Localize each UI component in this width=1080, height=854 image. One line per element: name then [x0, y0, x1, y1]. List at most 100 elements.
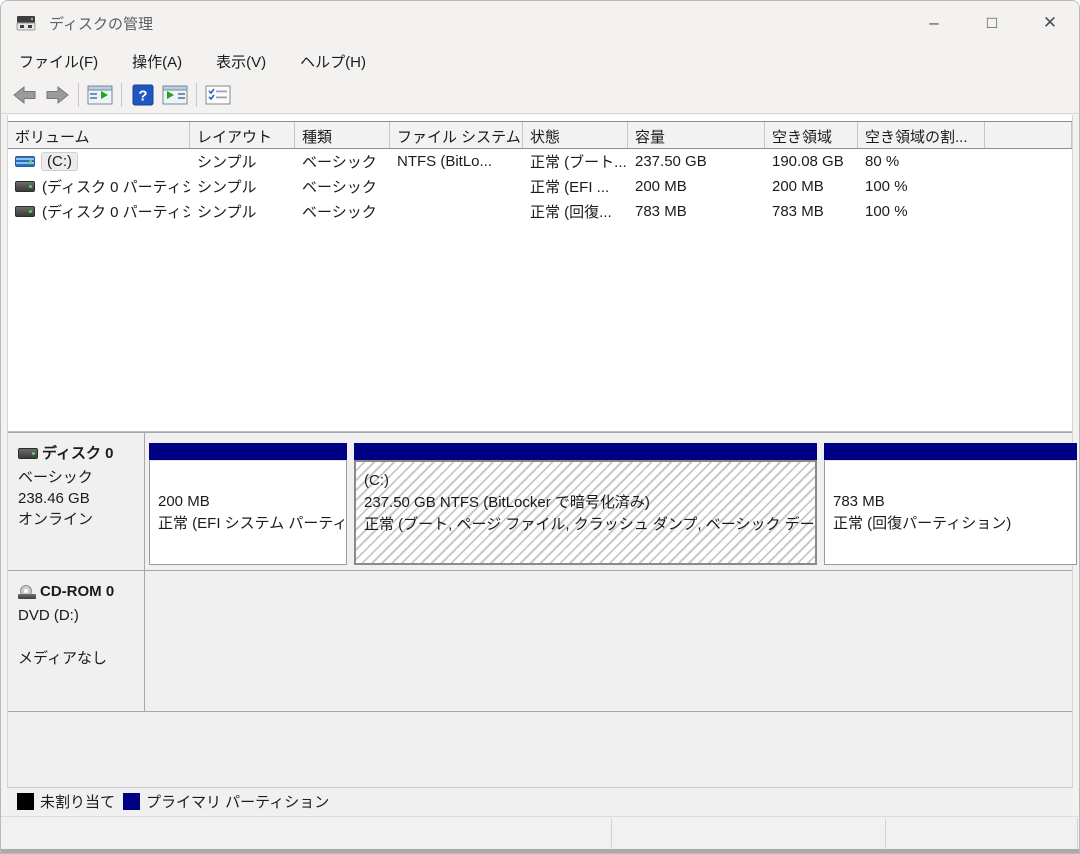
partition-header-bar [824, 443, 1077, 460]
action-pane-icon[interactable] [159, 81, 191, 109]
svg-text:?: ? [138, 88, 147, 105]
volume-disk-icon [15, 206, 35, 217]
layout-cell: シンプル [197, 154, 257, 171]
cdrom-icon [18, 584, 36, 599]
volume-disk-icon [15, 156, 35, 167]
window-bottom-edge [1, 849, 1079, 853]
forward-icon[interactable] [41, 81, 73, 109]
volume-label: (ディスク 0 パーティシ... [42, 204, 190, 221]
toolbar: ? [1, 77, 1079, 114]
partition-size: 237.50 GB NTFS (BitLocker で暗号化済み) [364, 494, 650, 511]
volume-name-cell: (C:) [8, 149, 190, 174]
console-tree-icon[interactable] [84, 81, 116, 109]
toolbar-separator [121, 83, 122, 107]
table-row-efi-partition[interactable]: (ディスク 0 パーティシ... シンプル ベーシック 正常 (EFI ... … [8, 174, 1072, 199]
column-header-type[interactable]: 種類 [295, 122, 390, 148]
disk0-info-panel[interactable]: ディスク 0 ベーシック 238.46 GB オンライン [8, 433, 145, 570]
menu-file[interactable]: ファイル(F) [19, 51, 98, 72]
status-cell: 正常 (回復... [530, 204, 612, 221]
layout-cell: シンプル [197, 179, 257, 196]
toolbar-separator [78, 83, 79, 107]
partition-header-bar [149, 443, 347, 460]
disk-management-window: ディスクの管理 – □ ✕ ファイル(F) 操作(A) 表示(V) ヘルプ(H) [0, 0, 1080, 854]
free-space-cell: 200 MB [772, 178, 824, 195]
disk0-status: オンライン [18, 511, 94, 528]
capacity-cell: 237.50 GB [635, 153, 707, 170]
partition-status: 正常 (ブート, ページ ファイル, クラッシュ ダンプ, ベーシック データ … [364, 516, 815, 533]
unallocated-swatch [17, 792, 34, 810]
filesystem-cell: NTFS (BitLo... [397, 153, 493, 170]
minimize-button[interactable]: – [905, 1, 963, 45]
column-header-status[interactable]: 状態 [523, 122, 628, 148]
free-space-cell: 783 MB [772, 203, 824, 220]
maximize-button[interactable]: □ [963, 1, 1021, 45]
cdrom-media-status: メディアなし [18, 650, 107, 667]
partition-recovery[interactable]: 783 MB 正常 (回復パーティション) [824, 443, 1077, 565]
column-header-capacity[interactable]: 容量 [628, 122, 765, 148]
volume-list-header: ボリューム レイアウト 種類 ファイル システム 状態 容量 空き領域 空き領域… [8, 121, 1072, 149]
column-header-free-space[interactable]: 空き領域 [765, 122, 858, 148]
graphical-view: ディスク 0 ベーシック 238.46 GB オンライン 200 MB 正常 (… [7, 431, 1077, 787]
properties-icon[interactable] [202, 81, 234, 109]
back-icon[interactable] [9, 81, 41, 109]
partition-size: 200 MB [158, 492, 210, 510]
cdrom-empty-area [145, 571, 1072, 711]
disk0-name: ディスク 0 [42, 445, 114, 462]
table-row-recovery-partition[interactable]: (ディスク 0 パーティシ... シンプル ベーシック 正常 (回復... 78… [8, 199, 1072, 224]
cdrom-name: CD-ROM 0 [40, 583, 115, 600]
cdrom-drive-letter: DVD (D:) [18, 607, 79, 624]
status-bar [1, 816, 1079, 851]
percent-free-cell: 100 % [865, 178, 908, 195]
filesystem-cell [390, 199, 523, 224]
disk0-partitions: 200 MB 正常 (EFI システム パーティシ (C:) 237.50 GB… [145, 433, 1079, 570]
column-header-percent-free[interactable]: 空き領域の割... [858, 122, 985, 148]
free-space-cell: 190.08 GB [772, 153, 844, 170]
app-icon [15, 13, 39, 33]
cdrom-info-panel[interactable]: CD-ROM 0 DVD (D:) メディアなし [8, 571, 145, 711]
volume-label: (ディスク 0 パーティシ... [42, 179, 190, 196]
filesystem-cell [390, 174, 523, 199]
disk0-kind: ベーシック [18, 469, 93, 486]
disk0-size: 238.46 GB [18, 490, 90, 507]
volume-disk-icon [15, 181, 35, 192]
column-header-empty[interactable] [985, 122, 1072, 148]
help-icon[interactable]: ? [127, 81, 159, 109]
column-header-filesystem[interactable]: ファイル システム [390, 122, 523, 148]
title-bar: ディスクの管理 – □ ✕ [1, 1, 1079, 45]
status-bar-section [614, 818, 886, 849]
disk-icon [18, 448, 38, 459]
column-header-volume[interactable]: ボリューム [8, 122, 190, 148]
capacity-cell: 200 MB [635, 178, 687, 195]
menu-view[interactable]: 表示(V) [216, 51, 266, 72]
type-cell: ベーシック [302, 154, 377, 171]
close-button[interactable]: ✕ [1021, 1, 1079, 45]
partition-efi[interactable]: 200 MB 正常 (EFI システム パーティシ [149, 443, 347, 565]
type-cell: ベーシック [302, 204, 377, 221]
table-row-volume-c[interactable]: (C:) シンプル ベーシック NTFS (BitLo... 正常 (ブート..… [8, 149, 1072, 174]
legend-bar: 未割り当て プライマリ パーティション [7, 787, 1073, 814]
volume-name-cell: (ディスク 0 パーティシ... [8, 199, 190, 224]
partition-c[interactable]: (C:) 237.50 GB NTFS (BitLocker で暗号化済み) 正… [354, 443, 817, 565]
status-cell: 正常 (EFI ... [530, 179, 610, 196]
type-cell: ベーシック [302, 179, 377, 196]
partition-status: 正常 (EFI システム パーティシ [158, 514, 347, 532]
primary-partition-label: プライマリ パーティション [146, 793, 330, 811]
menu-action[interactable]: 操作(A) [132, 51, 182, 72]
window-controls: – □ ✕ [905, 1, 1079, 45]
toolbar-separator [196, 83, 197, 107]
partition-header-bar [354, 443, 817, 460]
volume-list: ボリューム レイアウト 種類 ファイル システム 状態 容量 空き領域 空き領域… [7, 115, 1073, 431]
partition-name: (C:) [364, 472, 389, 489]
column-header-layout[interactable]: レイアウト [190, 122, 295, 148]
disk0-row: ディスク 0 ベーシック 238.46 GB オンライン 200 MB 正常 (… [8, 432, 1077, 571]
menu-help[interactable]: ヘルプ(H) [300, 51, 366, 72]
cdrom-row: CD-ROM 0 DVD (D:) メディアなし [8, 571, 1072, 712]
status-bar-section [2, 818, 612, 849]
window-title: ディスクの管理 [49, 15, 153, 33]
partition-size: 783 MB [833, 492, 885, 510]
volume-label: (C:) [41, 152, 78, 171]
capacity-cell: 783 MB [635, 203, 687, 220]
menu-bar: ファイル(F) 操作(A) 表示(V) ヘルプ(H) [1, 45, 1079, 77]
primary-partition-swatch [123, 792, 141, 810]
status-cell: 正常 (ブート... [530, 154, 627, 171]
